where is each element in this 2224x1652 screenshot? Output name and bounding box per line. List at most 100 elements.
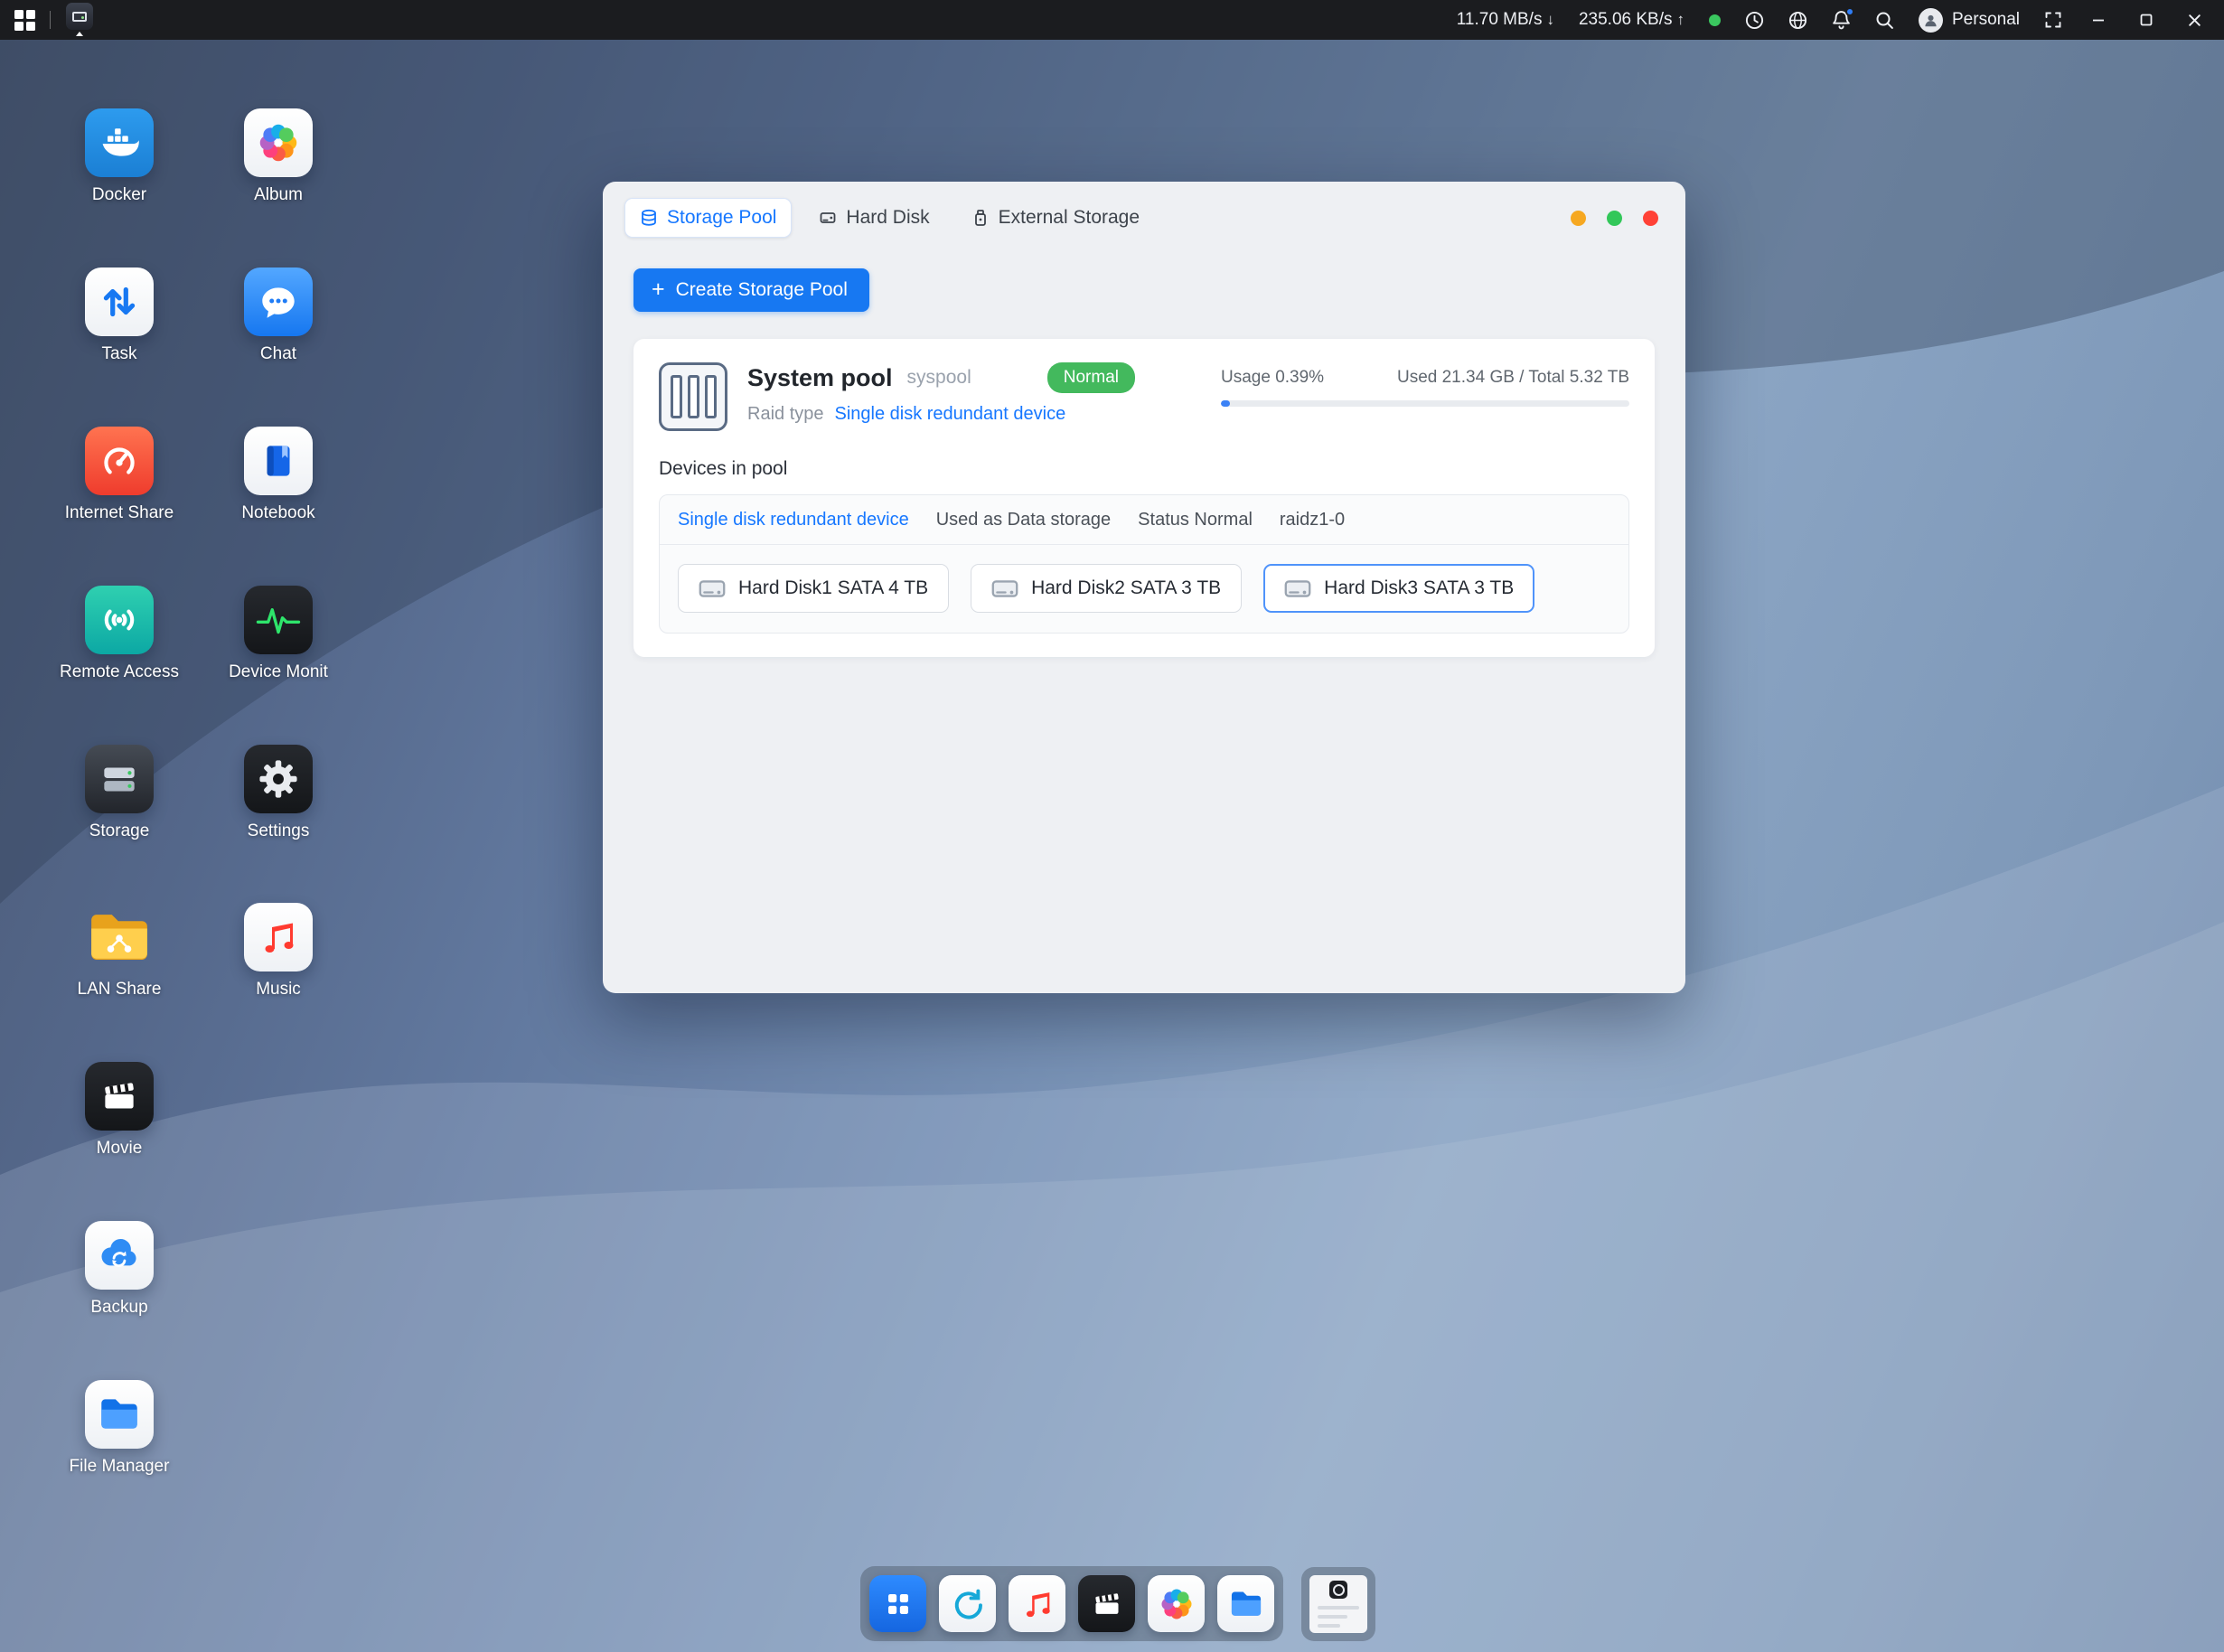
album-icon (244, 108, 313, 177)
file-manager-folder-icon (85, 1380, 154, 1449)
desktop-icon-internet-share[interactable]: Internet Share (52, 427, 187, 523)
desktop-icon-device-monitor[interactable]: Device Monit (211, 586, 346, 682)
desktop-icon-music[interactable]: Music (211, 903, 346, 1000)
pool-status-badge: Normal (1047, 362, 1135, 393)
internet-share-icon (85, 427, 154, 495)
desktop-icon-label: Album (254, 185, 303, 205)
maximize-button[interactable] (2135, 13, 2158, 27)
lan-share-folder-icon (85, 903, 154, 971)
desktop-icon-label: Settings (248, 821, 310, 841)
hard-disk-icon (819, 209, 837, 227)
maximize-traffic-light[interactable] (1607, 211, 1622, 226)
music-note-icon (244, 903, 313, 971)
device-group-panel: Single disk redundant device Used as Dat… (659, 494, 1629, 634)
app-center-icon[interactable] (939, 1575, 996, 1632)
create-storage-pool-button[interactable]: + Create Storage Pool (633, 268, 869, 312)
disk-chip-3[interactable]: Hard Disk3 SATA 3 TB (1263, 564, 1534, 613)
pool-info: System pool syspool Normal Raid type Sin… (747, 362, 1135, 425)
chat-icon (244, 268, 313, 336)
notebook-icon (244, 427, 313, 495)
storage-icon (85, 745, 154, 813)
group-divider (660, 544, 1628, 545)
tab-hard-disk[interactable]: Hard Disk (804, 199, 943, 237)
group-raid-link[interactable]: Single disk redundant device (678, 510, 909, 530)
disk-chip-1[interactable]: Hard Disk1 SATA 4 TB (678, 564, 949, 613)
disk-chip-label: Hard Disk1 SATA 4 TB (738, 577, 928, 599)
album-dock-icon[interactable] (1148, 1575, 1205, 1632)
desktop-icon-label: Notebook (241, 503, 314, 523)
desktop-icon-chat[interactable]: Chat (211, 268, 346, 364)
clock-icon[interactable] (1745, 11, 1764, 30)
launcher-icon[interactable] (869, 1575, 926, 1632)
resource-monitor-icon[interactable] (1788, 11, 1807, 30)
dock-main (860, 1566, 1283, 1641)
tab-external-storage[interactable]: External Storage (957, 199, 1154, 237)
music-dock-icon[interactable] (1009, 1575, 1065, 1632)
taskbar-storage-app-icon[interactable] (65, 3, 94, 37)
desktop-icon-label: Music (256, 980, 301, 1000)
desktop-icon-remote-access[interactable]: Remote Access (52, 586, 187, 682)
disk-chip-label: Hard Disk3 SATA 3 TB (1324, 577, 1514, 599)
usage-progress-fill (1221, 400, 1230, 407)
desktop-icon-label: Internet Share (65, 503, 174, 523)
notifications-bell-icon[interactable] (1832, 10, 1851, 30)
disk-icon (699, 578, 726, 599)
download-speed: 11.70 MB/s ↓ (1457, 10, 1554, 30)
desktop-icon-label: Chat (260, 344, 296, 364)
active-app-caret-icon (76, 32, 83, 36)
remote-access-icon (85, 586, 154, 654)
desktop-icon-label: Backup (90, 1298, 147, 1318)
disk-chip-label: Hard Disk2 SATA 3 TB (1031, 577, 1221, 599)
desktop-icon-settings[interactable]: Settings (211, 745, 346, 841)
desktop-icon-movie[interactable]: Movie (52, 1062, 187, 1159)
thumbnail-app-icon (1329, 1581, 1347, 1599)
tab-storage-pool[interactable]: Storage Pool (624, 198, 792, 238)
search-icon[interactable] (1875, 11, 1894, 30)
close-traffic-light[interactable] (1643, 211, 1658, 226)
desktop-icon-file-manager[interactable]: File Manager (52, 1380, 187, 1477)
tab-label: External Storage (999, 207, 1140, 229)
desktop-icon-docker[interactable]: Docker (52, 108, 187, 205)
desktop-icon-storage[interactable]: Storage (52, 745, 187, 841)
movie-dock-icon[interactable] (1078, 1575, 1135, 1632)
window-header: Storage Pool Hard Disk External Storage (603, 182, 1685, 249)
task-icon (85, 268, 154, 336)
file-manager-dock-icon[interactable] (1217, 1575, 1274, 1632)
close-button[interactable] (2182, 13, 2206, 28)
desktop-icon-label: Remote Access (60, 662, 179, 682)
window-controls (1571, 211, 1662, 226)
desktop-icon-lan-share[interactable]: LAN Share (52, 903, 187, 1000)
minimize-traffic-light[interactable] (1571, 211, 1586, 226)
raid-type-link[interactable]: Single disk redundant device (835, 404, 1066, 425)
pool-name: System pool (747, 364, 893, 392)
window-body: + Create Storage Pool System pool syspoo… (603, 249, 1685, 657)
external-storage-icon (971, 209, 990, 227)
group-status: Status Normal (1138, 510, 1253, 530)
start-menu-icon[interactable] (14, 10, 35, 31)
account-menu[interactable]: Personal (1919, 8, 2020, 33)
window-preview (1309, 1575, 1367, 1633)
dock (860, 1566, 1375, 1641)
disk-chip-2[interactable]: Hard Disk2 SATA 3 TB (971, 564, 1242, 613)
nas-enclosure-icon (659, 362, 727, 431)
disk-chips-row: Hard Disk1 SATA 4 TB Hard Disk2 SATA 3 T… (678, 564, 1610, 613)
device-group-header: Single disk redundant device Used as Dat… (678, 510, 1610, 530)
desktop-icon-label: File Manager (70, 1457, 170, 1477)
desktop-icon-label: Task (101, 344, 136, 364)
desktop-icon-album[interactable]: Album (211, 108, 346, 205)
desktop-icon-label: LAN Share (78, 980, 162, 1000)
minimize-button[interactable] (2087, 13, 2110, 27)
backup-cloud-icon (85, 1221, 154, 1290)
desktop-icon-notebook[interactable]: Notebook (211, 427, 346, 523)
desktop-icon-backup[interactable]: Backup (52, 1221, 187, 1318)
avatar (1919, 8, 1943, 33)
storage-window-thumbnail[interactable] (1301, 1567, 1375, 1641)
fullscreen-icon[interactable] (2044, 11, 2062, 29)
create-button-label: Create Storage Pool (676, 279, 848, 301)
pool-usage-block: Usage 0.39% Used 21.34 GB / Total 5.32 T… (1221, 368, 1629, 407)
pool-alias: syspool (907, 367, 971, 389)
plus-icon: + (652, 278, 665, 301)
desktop-icon-task[interactable]: Task (52, 268, 187, 364)
disk-icon (1284, 578, 1311, 599)
raid-type-label: Raid type (747, 404, 824, 425)
